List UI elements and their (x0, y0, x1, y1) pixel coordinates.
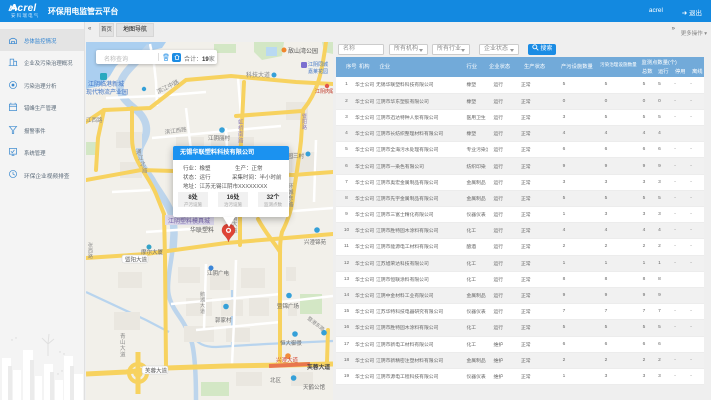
svg-text:郭家村: 郭家村 (215, 316, 232, 324)
svg-text:科技大道: 科技大道 (246, 71, 270, 79)
svg-text:暨阳路: 暨阳路 (302, 114, 307, 131)
svg-text:暨阳大道: 暨阳大道 (125, 256, 148, 264)
svg-text:嘉莱花园: 嘉莱花园 (308, 68, 328, 75)
svg-text:青山大道: 青山大道 (120, 332, 126, 358)
svg-text:张西路: 张西路 (88, 242, 93, 260)
svg-text:芙蓉大道: 芙蓉大道 (307, 363, 330, 371)
svg-text:芙蓉大道: 芙蓉大道 (145, 367, 168, 375)
svg-text:天鹤公馆: 天鹤公馆 (303, 383, 326, 391)
svg-text:江阴临港新城: 江阴临港新城 (88, 80, 124, 88)
svg-text:江阴同城: 江阴同城 (308, 61, 328, 68)
svg-text:江阴塑料模具城: 江阴塑料模具城 (168, 217, 210, 225)
svg-text:敔山湾公园: 敔山湾公园 (288, 47, 318, 55)
svg-text:鹅湖大道: 鹅湖大道 (200, 291, 205, 315)
svg-text:江阴丽村: 江阴丽村 (208, 134, 231, 142)
svg-text:恒大御景: 恒大御景 (280, 339, 303, 347)
svg-text:虹桥南路: 虹桥南路 (238, 118, 244, 144)
svg-text:暨锦广场: 暨锦广场 (277, 302, 300, 310)
svg-text:兴澄锦苑: 兴澄锦苑 (304, 238, 327, 246)
svg-text:江阴广电: 江阴广电 (207, 269, 230, 277)
svg-text:华联塑料: 华联塑料 (190, 226, 214, 234)
svg-text:现代物流产业园: 现代物流产业园 (86, 88, 128, 96)
svg-text:兴澄大道: 兴澄大道 (276, 356, 299, 364)
svg-text:江西路: 江西路 (86, 116, 103, 124)
svg-text:江阴肉联厂: 江阴肉联厂 (315, 88, 333, 95)
svg-text:北区: 北区 (270, 376, 282, 384)
